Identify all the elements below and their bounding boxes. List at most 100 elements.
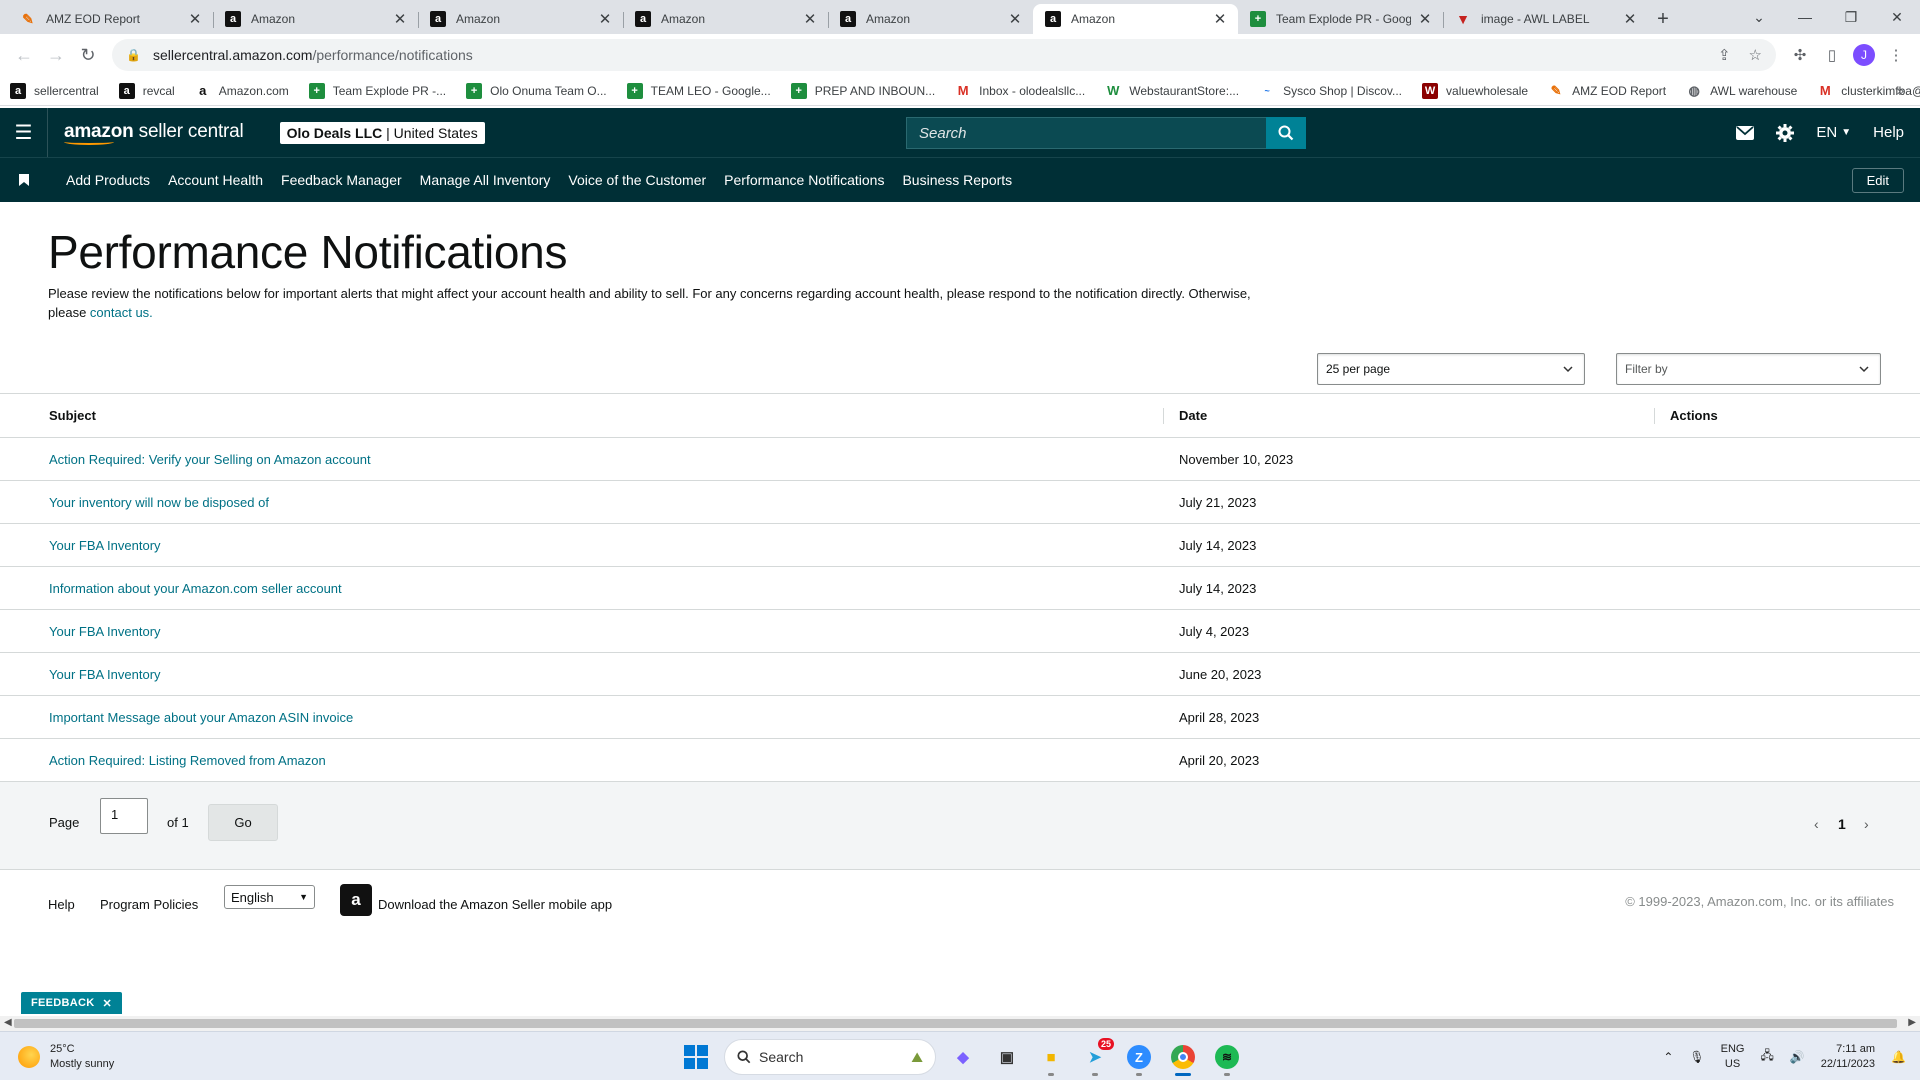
- edit-nav-button[interactable]: Edit: [1851, 168, 1904, 193]
- scrollbar-thumb[interactable]: [14, 1019, 1897, 1028]
- new-tab-button[interactable]: +: [1648, 4, 1678, 34]
- browser-tab[interactable]: a Amazon ✕: [213, 4, 418, 34]
- bookmark-icon[interactable]: [0, 174, 48, 186]
- bookmark-item[interactable]: ◍ AWL warehouse: [1686, 83, 1797, 99]
- chrome-icon[interactable]: [1166, 1040, 1200, 1076]
- minimize-button[interactable]: —: [1782, 0, 1828, 34]
- notification-subject-link[interactable]: Action Required: Listing Removed from Am…: [49, 753, 326, 768]
- footer-language-select[interactable]: English ▼: [224, 885, 315, 909]
- nav-item-account-health[interactable]: Account Health: [168, 172, 263, 188]
- bookmark-item[interactable]: ~ Sysco Shop | Discov...: [1259, 83, 1402, 99]
- close-tab-icon[interactable]: ✕: [187, 10, 203, 28]
- side-panel-icon[interactable]: ▯: [1816, 39, 1848, 71]
- bookmark-item[interactable]: + Team Explode PR -...: [308, 82, 446, 99]
- close-tab-icon[interactable]: ✕: [1417, 10, 1433, 28]
- browser-tab[interactable]: a Amazon ✕: [828, 4, 1033, 34]
- back-button[interactable]: ←: [8, 39, 40, 71]
- hamburger-menu-icon[interactable]: ☰: [0, 108, 48, 157]
- close-tab-icon[interactable]: ✕: [1007, 10, 1023, 28]
- more-bookmarks-icon[interactable]: »: [1897, 83, 1904, 98]
- microphone-icon[interactable]: 🎙: [1689, 1050, 1704, 1064]
- horizontal-scrollbar[interactable]: ◀ ▶: [0, 1016, 1920, 1031]
- close-icon[interactable]: ✕: [103, 997, 113, 1010]
- browser-tab[interactable]: a Amazon ✕: [418, 4, 623, 34]
- close-tab-icon[interactable]: ✕: [1212, 10, 1228, 28]
- bookmark-item[interactable]: W WebstaurantStore:...: [1105, 83, 1239, 99]
- bookmark-item[interactable]: + PREP AND INBOUN...: [790, 82, 935, 99]
- weather-widget[interactable]: 25°C Mostly sunny: [18, 1042, 114, 1072]
- contact-us-link[interactable]: contact us.: [90, 305, 153, 320]
- browser-tab[interactable]: a Amazon ✕: [623, 4, 828, 34]
- nav-item-business-reports[interactable]: Business Reports: [902, 172, 1012, 188]
- column-subject[interactable]: Subject: [49, 408, 96, 423]
- notification-subject-link[interactable]: Action Required: Verify your Selling on …: [49, 452, 371, 467]
- task-view-icon[interactable]: ▣: [990, 1040, 1024, 1074]
- restore-button[interactable]: ❐: [1828, 0, 1874, 34]
- seller-app-icon[interactable]: a: [340, 884, 372, 916]
- nav-item-manage-all-inventory[interactable]: Manage All Inventory: [420, 172, 551, 188]
- close-tab-icon[interactable]: ✕: [802, 10, 818, 28]
- notifications-bell-icon[interactable]: 🔔: [1891, 1050, 1906, 1064]
- browser-tab[interactable]: + Team Explode PR - Googl ✕: [1238, 4, 1443, 34]
- notification-subject-link[interactable]: Information about your Amazon.com seller…: [49, 581, 342, 596]
- notification-subject-link[interactable]: Your inventory will now be disposed of: [49, 495, 269, 510]
- scroll-left-icon[interactable]: ◀: [4, 1017, 12, 1028]
- close-tab-icon[interactable]: ✕: [597, 10, 613, 28]
- notification-subject-link[interactable]: Your FBA Inventory: [49, 624, 161, 639]
- nav-item-add-products[interactable]: Add Products: [66, 172, 150, 188]
- reload-button[interactable]: ↻: [72, 39, 104, 71]
- settings-gear-icon[interactable]: [1776, 123, 1795, 142]
- search-button[interactable]: [1266, 117, 1306, 149]
- notification-subject-link[interactable]: Your FBA Inventory: [49, 538, 161, 553]
- notification-subject-link[interactable]: Your FBA Inventory: [49, 667, 161, 682]
- address-bar[interactable]: 🔒 sellercentral.amazon.com/performance/n…: [112, 39, 1776, 71]
- spotify-icon[interactable]: ≋: [1210, 1040, 1244, 1076]
- page-number-input[interactable]: 1: [100, 798, 148, 834]
- close-tab-icon[interactable]: ✕: [392, 10, 408, 28]
- column-date[interactable]: Date: [1179, 408, 1207, 423]
- go-button[interactable]: Go: [208, 804, 278, 841]
- taskbar-search[interactable]: Search ⛰: [724, 1039, 936, 1075]
- bookmark-item[interactable]: a Amazon.com: [195, 83, 289, 99]
- browser-menu-icon[interactable]: ⋮: [1880, 39, 1912, 71]
- extensions-icon[interactable]: ✣: [1784, 39, 1816, 71]
- next-page-icon[interactable]: ›: [1864, 816, 1869, 832]
- bookmark-item[interactable]: Wvaluewholesale: [1422, 82, 1528, 99]
- site-info-icon[interactable]: 🔒: [126, 48, 141, 62]
- input-language[interactable]: ENG US: [1721, 1042, 1745, 1072]
- network-icon[interactable]: 🖧: [1760, 1046, 1773, 1067]
- nav-item-feedback-manager[interactable]: Feedback Manager: [281, 172, 402, 188]
- seller-search-input[interactable]: Search: [906, 117, 1266, 149]
- forward-button[interactable]: →: [40, 39, 72, 71]
- per-page-dropdown[interactable]: 25 per page: [1317, 353, 1585, 385]
- volume-icon[interactable]: 🔊: [1790, 1050, 1805, 1064]
- seller-central-logo[interactable]: amazon seller central: [64, 121, 244, 145]
- footer-help-link[interactable]: Help: [48, 897, 75, 912]
- browser-tab[interactable]: a Amazon ✕: [1033, 4, 1238, 34]
- profile-button[interactable]: J: [1848, 39, 1880, 71]
- filter-dropdown[interactable]: Filter by: [1616, 353, 1881, 385]
- system-clock[interactable]: 7:11 am 22/11/2023: [1821, 1042, 1875, 1072]
- bookmark-star-icon[interactable]: ☆: [1749, 46, 1762, 64]
- bookmark-item[interactable]: a revcal: [118, 82, 175, 99]
- download-app-link[interactable]: Download the Amazon Seller mobile app: [378, 897, 612, 912]
- nav-item-performance-notifications[interactable]: Performance Notifications: [724, 172, 884, 188]
- windows-start-icon[interactable]: [678, 1039, 714, 1075]
- mail-icon[interactable]: [1736, 125, 1755, 140]
- help-link[interactable]: Help: [1873, 124, 1904, 141]
- scroll-right-icon[interactable]: ▶: [1908, 1017, 1916, 1028]
- show-hidden-icons-icon[interactable]: ⌃: [1663, 1050, 1673, 1064]
- browser-tab[interactable]: ✎ AMZ EOD Report ✕: [8, 4, 213, 34]
- bookmark-item[interactable]: Mclusterkimfba@gm...: [1817, 83, 1920, 99]
- program-policies-link[interactable]: Program Policies: [100, 897, 198, 912]
- telegram-icon[interactable]: ➤ 25: [1078, 1038, 1114, 1076]
- zoom-icon[interactable]: Z: [1122, 1040, 1156, 1076]
- feedback-tab[interactable]: FEEDBACK ✕: [21, 992, 123, 1014]
- copilot-icon[interactable]: ◆: [946, 1040, 980, 1074]
- share-icon[interactable]: ⇪: [1718, 46, 1731, 64]
- bookmark-item[interactable]: ✎ AMZ EOD Report: [1548, 83, 1666, 99]
- page-1-link[interactable]: 1: [1838, 816, 1846, 832]
- file-explorer-icon[interactable]: ■: [1034, 1040, 1068, 1076]
- account-switcher[interactable]: Olo Deals LLC | United States: [279, 121, 485, 144]
- close-tab-icon[interactable]: ✕: [1622, 10, 1638, 28]
